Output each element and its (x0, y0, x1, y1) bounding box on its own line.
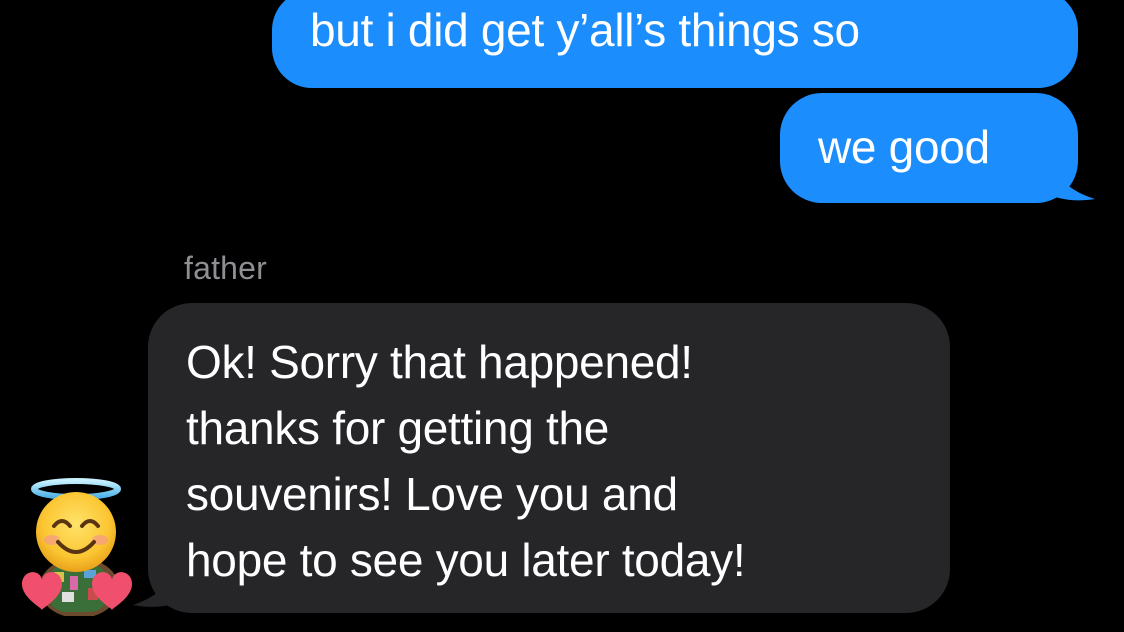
outgoing-message-bubble[interactable]: but i did get y’all’s things so (272, 0, 1078, 88)
outgoing-message-bubble[interactable]: we good (780, 93, 1078, 203)
message-text-line: Ok! Sorry that happened! (186, 336, 693, 388)
message-text-line: souvenirs! Love you and (186, 468, 678, 520)
message-text-line: thanks for getting the (186, 402, 610, 454)
outgoing-bubble-tail (1040, 150, 1095, 201)
incoming-message-bubble[interactable]: Ok! Sorry that happened! thanks for gett… (148, 303, 950, 613)
smiling-face-with-halo-and-hearts-icon (22, 478, 132, 616)
message-text: but i did get y’all’s things so (310, 4, 860, 56)
message-text: we good (818, 121, 990, 173)
sender-name: father (184, 250, 268, 286)
message-thread: but i did get y’all’s things so we good … (0, 0, 1124, 632)
contact-avatar[interactable] (18, 476, 140, 616)
message-text-line: hope to see you later today! (186, 534, 746, 586)
